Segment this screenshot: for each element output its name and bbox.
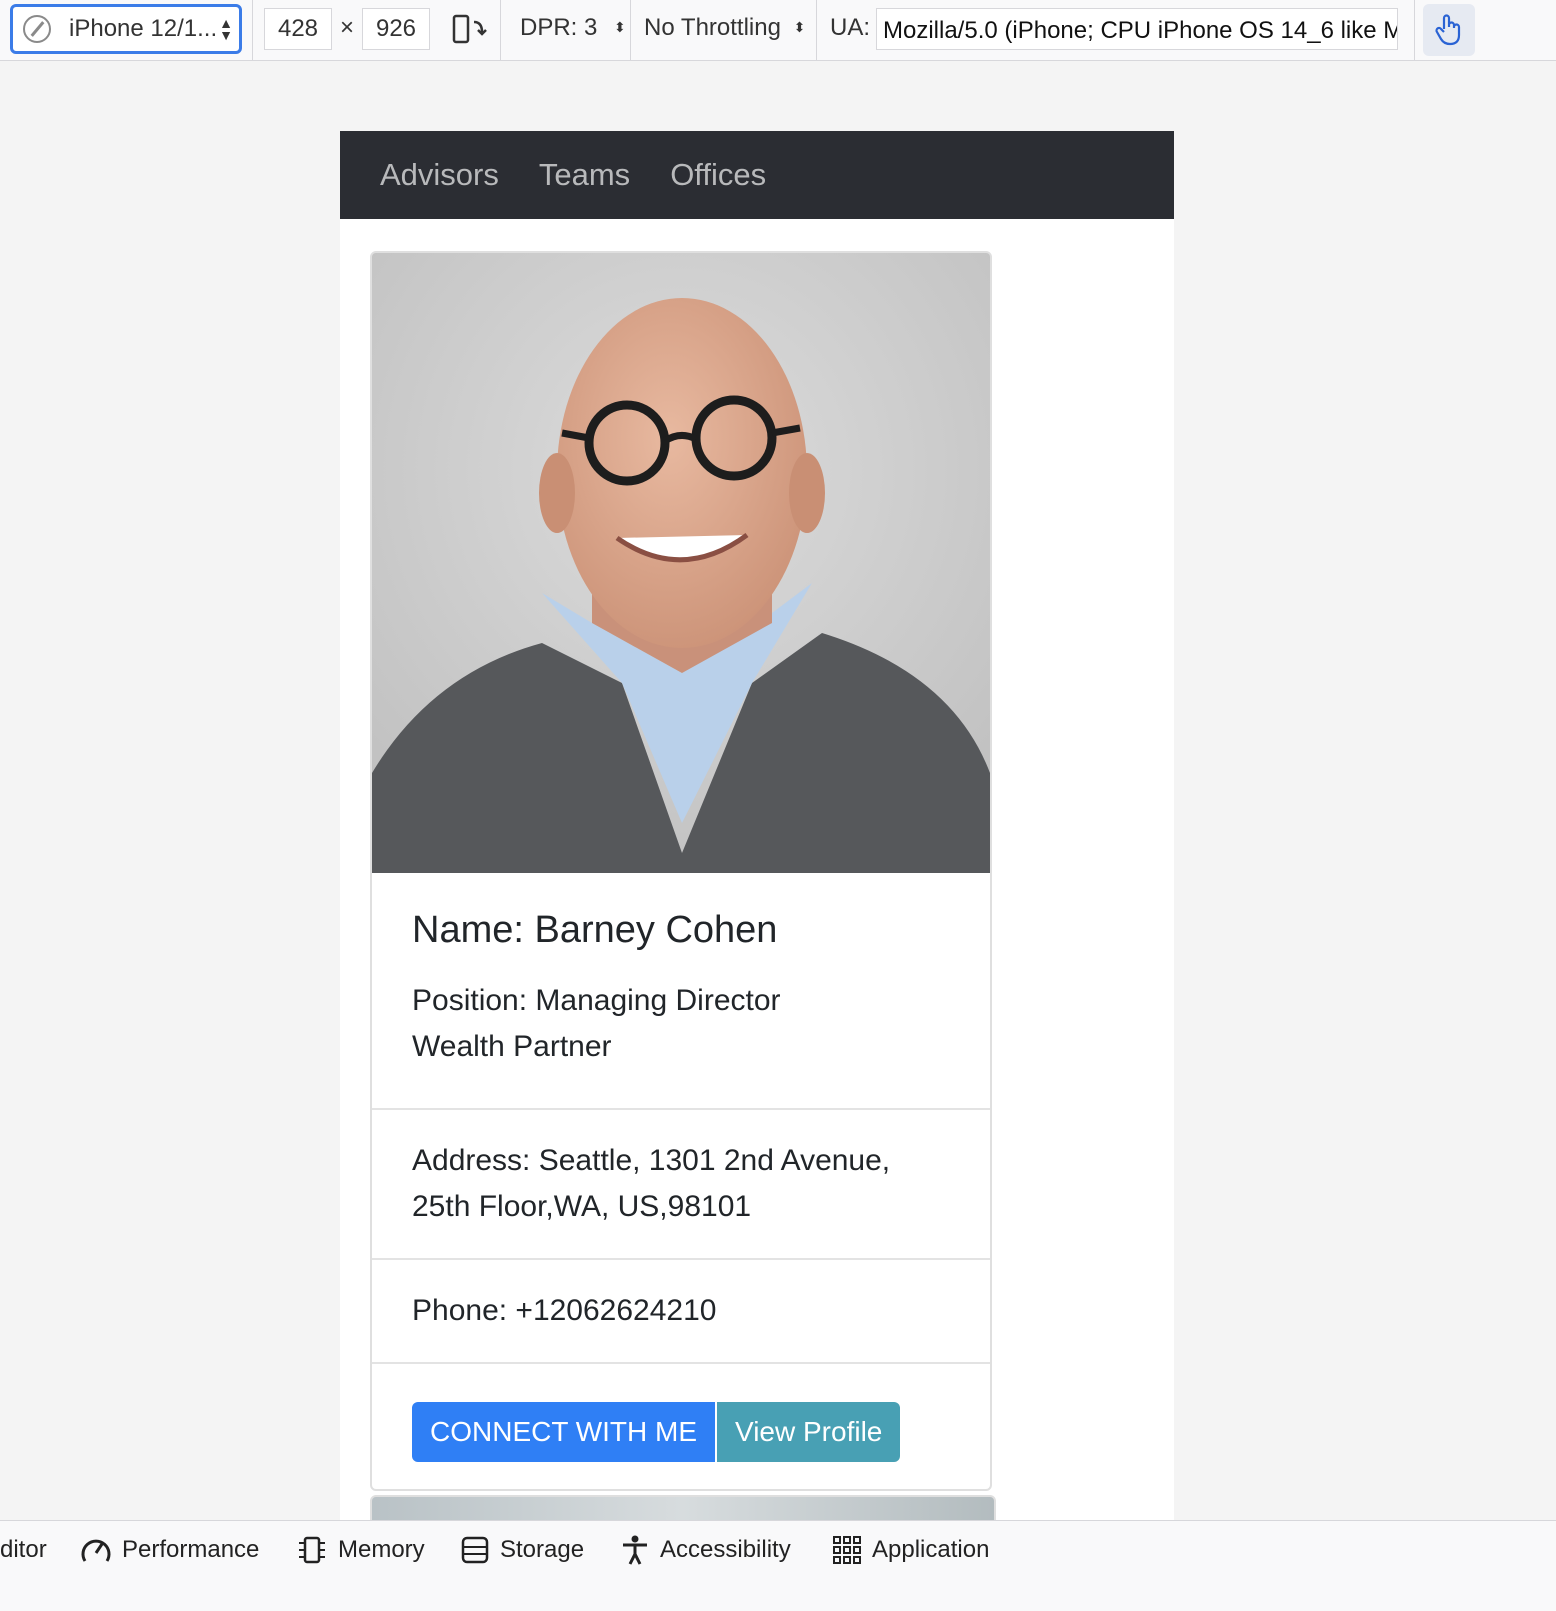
ua-label: UA: [830, 14, 871, 41]
card-body: Name: Barney Cohen Position: Managing Di… [372, 873, 990, 1110]
compass-icon [23, 15, 51, 43]
tab-label: Storage [500, 1536, 585, 1563]
view-profile-button[interactable]: View Profile [717, 1402, 901, 1462]
rotate-device-icon[interactable] [452, 14, 488, 46]
advisor-position: Position: Managing Director Wealth Partn… [412, 978, 950, 1070]
nav-offices[interactable]: Offices [670, 157, 766, 193]
tab-label: Performance [122, 1536, 260, 1563]
tab-performance[interactable]: Performance [80, 1535, 259, 1565]
tab-storage[interactable]: Storage [460, 1535, 584, 1565]
divider [630, 0, 631, 60]
height-input[interactable]: 926 [362, 8, 430, 50]
throttling-label: No Throttling [644, 14, 781, 41]
divider [1414, 0, 1415, 60]
tab-label: Accessibility [660, 1536, 791, 1563]
next-advisor-card [370, 1495, 996, 1521]
dpr-label: DPR: 3 [520, 14, 598, 41]
position-line-2: Wealth Partner [412, 1030, 612, 1063]
divider [816, 0, 817, 60]
position-line-1: Position: Managing Director [412, 984, 781, 1017]
updown-arrows-icon: ▲ ▼ [219, 15, 233, 43]
tab-style-editor[interactable]: ditor [0, 1535, 47, 1565]
address-line-1: Address: Seattle, 1301 2nd Avenue, [412, 1144, 891, 1177]
advisor-photo [372, 253, 990, 873]
updown-arrows-icon: ⬍ [793, 19, 806, 35]
tab-label: Application [872, 1536, 990, 1563]
updown-arrows-icon: ⬍ [614, 19, 626, 35]
tab-application[interactable]: Application [832, 1535, 989, 1565]
app-grid-icon [833, 1536, 861, 1564]
devtools-tab-bar: ditor Performance Memory Storage Accessi… [0, 1520, 1556, 1611]
device-name: iPhone 12/1... [69, 15, 218, 42]
card-actions: CONNECT WITH ME View Profile [372, 1364, 990, 1489]
nav-teams[interactable]: Teams [539, 157, 630, 193]
throttling-select[interactable]: No Throttling ⬍ [644, 14, 805, 42]
storage-icon [461, 1536, 489, 1564]
advisor-card: Name: Barney Cohen Position: Managing Di… [370, 251, 992, 1491]
accessibility-icon [623, 1535, 647, 1565]
times-sign: × [340, 14, 355, 41]
hand-pointer-icon [1435, 14, 1461, 46]
gauge-icon [81, 1539, 111, 1562]
divider [252, 0, 253, 60]
advisor-address: Address: Seattle, 1301 2nd Avenue, 25th … [372, 1110, 990, 1260]
nav-advisors[interactable]: Advisors [380, 157, 499, 193]
divider [500, 0, 501, 60]
advisor-phone: Phone: +12062624210 [372, 1260, 990, 1364]
connect-button[interactable]: CONNECT WITH ME [412, 1402, 716, 1462]
tab-accessibility[interactable]: Accessibility [620, 1535, 791, 1565]
advisor-name: Name: Barney Cohen [412, 909, 778, 951]
device-selector[interactable]: iPhone 12/1... ▲ ▼ [10, 4, 242, 54]
site-navbar: Advisors Teams Offices [340, 131, 1174, 219]
dpr-select[interactable]: DPR: 3 ⬍ [520, 14, 626, 42]
touch-simulation-button[interactable] [1423, 4, 1475, 56]
width-input[interactable]: 428 [264, 8, 332, 50]
device-viewport: Advisors Teams Offices Name: Barney Cohe… [340, 131, 1174, 1521]
user-agent-input[interactable]: Mozilla/5.0 (iPhone; CPU iPhone OS 14_6 … [876, 8, 1398, 50]
address-line-2: 25th Floor,WA, US,98101 [412, 1190, 752, 1223]
responsive-toolbar: iPhone 12/1... ▲ ▼ 428 × 926 DPR: 3 ⬍ No … [0, 0, 1556, 61]
memory-chip-icon [299, 1536, 325, 1564]
tab-memory[interactable]: Memory [296, 1535, 425, 1565]
tab-label: ditor [0, 1536, 47, 1563]
tab-label: Memory [338, 1536, 425, 1563]
